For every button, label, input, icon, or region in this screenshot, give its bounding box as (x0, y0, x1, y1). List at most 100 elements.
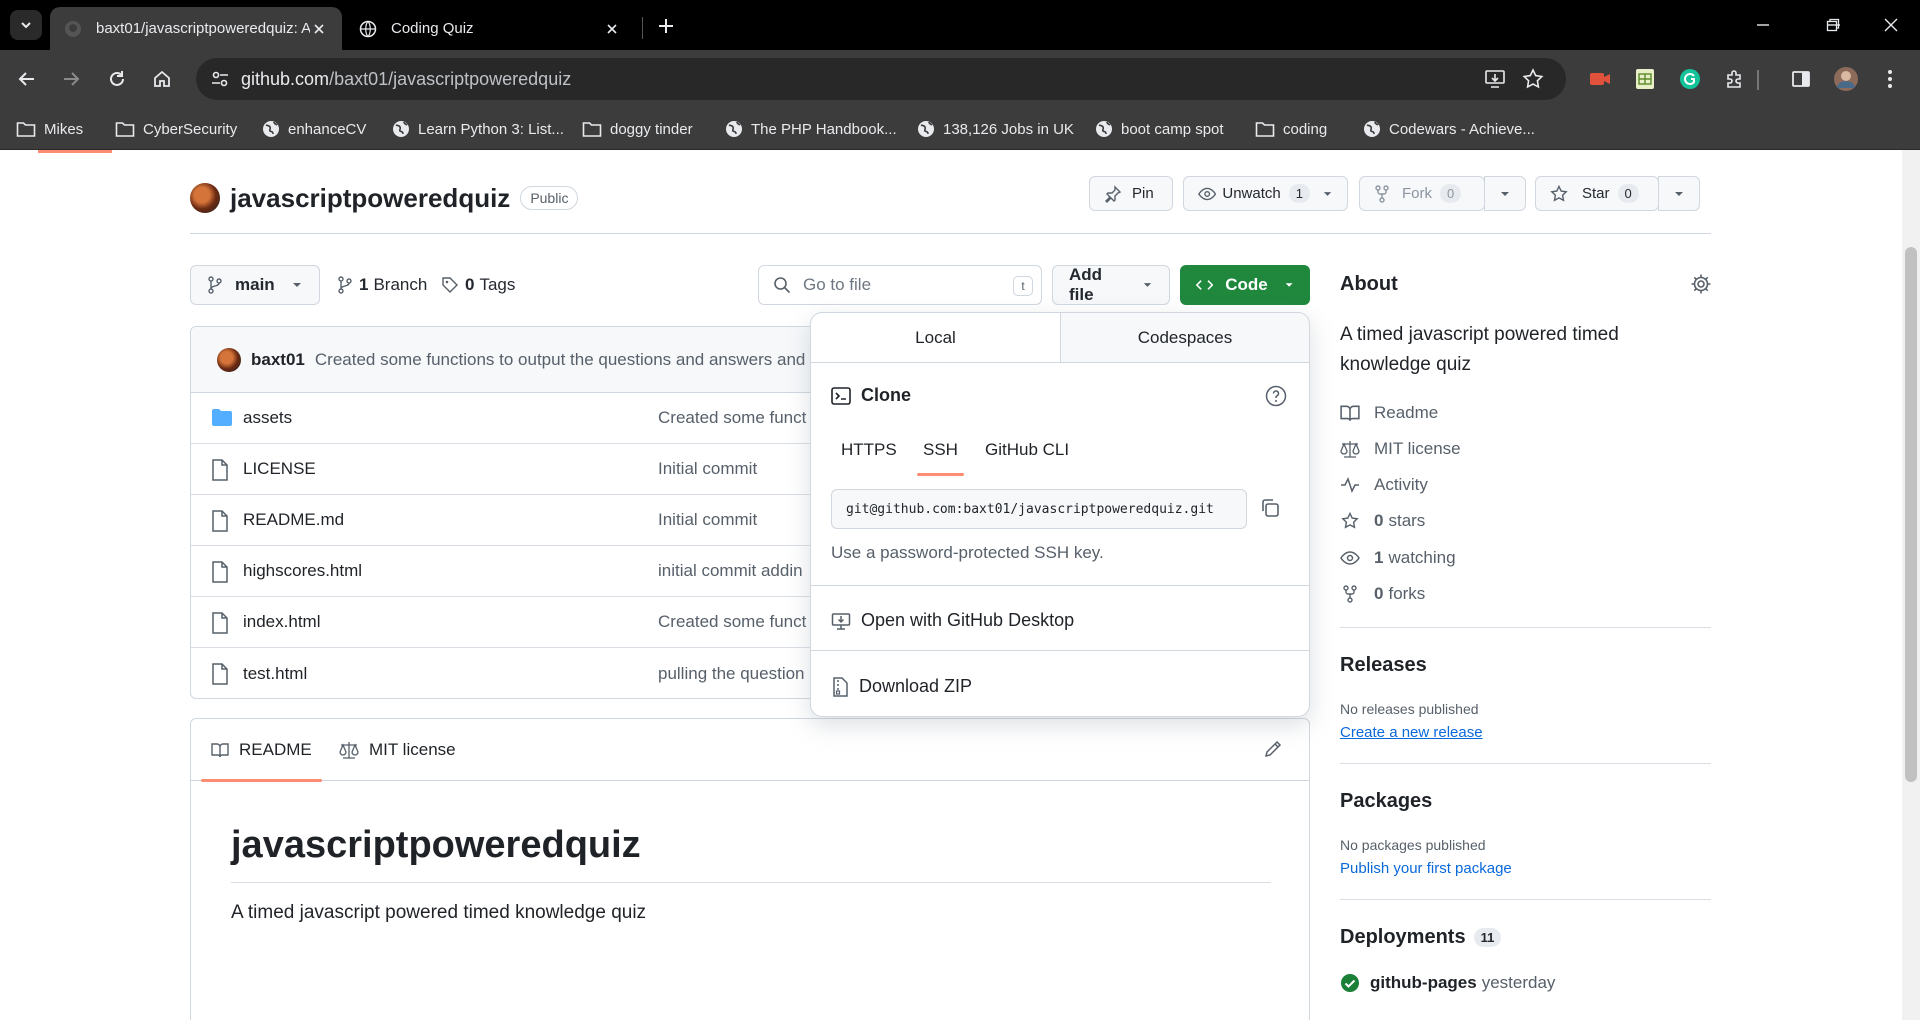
side-panel-icon[interactable] (1786, 64, 1816, 94)
install-app-icon[interactable] (1484, 68, 1506, 90)
extensions-puzzle-icon[interactable] (1720, 64, 1750, 94)
clone-url-input[interactable]: git@github.com:baxt01/javascriptpoweredq… (831, 489, 1247, 529)
profile-avatar[interactable] (1831, 64, 1861, 94)
star-dropdown-button[interactable] (1658, 176, 1700, 211)
extension-video-icon[interactable] (1585, 64, 1615, 94)
forward-button[interactable] (56, 64, 86, 94)
bookmark-item[interactable]: enhanceCV (262, 108, 366, 150)
close-window-button[interactable] (1868, 10, 1914, 40)
branch-selector[interactable]: main (190, 265, 320, 305)
readme-link-label: Readme (1374, 403, 1439, 422)
download-zip-item[interactable]: Download ZIP (831, 676, 972, 697)
fork-button[interactable]: Fork 0 (1359, 176, 1485, 211)
commit-author-avatar[interactable] (217, 347, 241, 372)
file-name[interactable]: LICENSE (243, 459, 316, 479)
arrow-left-icon (18, 72, 34, 86)
grammarly-icon[interactable] (1675, 64, 1705, 94)
copy-icon[interactable] (1259, 497, 1281, 519)
address-bar[interactable]: github.com/baxt01/javascriptpoweredquiz (196, 58, 1566, 100)
scrollbar-thumb[interactable] (1905, 247, 1917, 782)
file-commit-message[interactable]: initial commit addin (658, 561, 803, 581)
file-commit-message[interactable]: pulling the question (658, 664, 805, 684)
open-desktop-item[interactable]: Open with GitHub Desktop (831, 610, 1074, 631)
bookmark-item[interactable]: Mikes (16, 108, 83, 150)
browser-tab-active[interactable]: baxt01/javascriptpoweredquiz: A (50, 7, 342, 50)
reload-button[interactable] (102, 64, 132, 94)
publish-package-link[interactable]: Publish your first package (1340, 860, 1512, 877)
code-button[interactable]: Code (1180, 265, 1310, 305)
protocol-github-cli[interactable]: GitHub CLI (985, 428, 1069, 472)
deployments-header[interactable]: Deployments 11 (1340, 926, 1502, 949)
file-commit-message[interactable]: Created some funct (658, 612, 806, 632)
page-scrollbar[interactable] (1902, 150, 1920, 1020)
file-name[interactable]: test.html (243, 664, 307, 684)
bookmark-star-icon[interactable] (1522, 68, 1544, 90)
deployment-item[interactable]: github-pages yesterday (1340, 971, 1555, 995)
file-name[interactable]: index.html (243, 612, 320, 632)
question-circle-icon[interactable] (1265, 385, 1287, 407)
stars-link[interactable]: 0 stars (1340, 509, 1425, 533)
bookmark-item[interactable]: Learn Python 3: List... (392, 108, 564, 150)
back-button[interactable] (12, 64, 42, 94)
tab-local[interactable]: Local (811, 313, 1060, 362)
file-commit-message[interactable]: Initial commit (658, 459, 757, 479)
close-tab-icon[interactable] (603, 20, 621, 38)
owner-avatar[interactable] (190, 183, 220, 213)
bookmark-item[interactable]: The PHP Handbook... (725, 108, 897, 150)
new-tab-button[interactable] (652, 12, 680, 40)
bookmark-item[interactable]: CyberSecurity (115, 108, 237, 150)
file-zip-icon (833, 676, 848, 697)
tab-readme[interactable]: README (201, 719, 322, 782)
commit-author[interactable]: baxt01 (251, 350, 305, 370)
star-button[interactable]: Star 0 (1535, 176, 1659, 211)
activity-link[interactable]: Activity (1340, 473, 1428, 497)
site-settings-icon[interactable] (210, 69, 230, 89)
pin-button[interactable]: Pin (1089, 176, 1173, 211)
bookmark-item[interactable]: coding (1255, 108, 1327, 150)
globe-icon (263, 121, 279, 137)
tab-search-button[interactable] (10, 10, 42, 40)
releases-title[interactable]: Releases (1340, 654, 1427, 677)
branch-label: Branch (373, 275, 428, 294)
tags-link[interactable]: 0 Tags (441, 265, 515, 305)
branches-link[interactable]: 1 Branch (337, 265, 427, 305)
minimize-window-button[interactable] (1740, 10, 1786, 40)
pin-label: Pin (1132, 185, 1154, 202)
packages-title[interactable]: Packages (1340, 790, 1432, 813)
unwatch-button[interactable]: Unwatch 1 (1183, 176, 1348, 211)
file-commit-message[interactable]: Created some funct (658, 408, 806, 428)
forks-link[interactable]: 0 forks (1340, 582, 1425, 606)
go-to-file-input[interactable]: Go to file t (758, 265, 1042, 305)
file-name[interactable]: README.md (243, 510, 344, 530)
tab-license[interactable]: MIT license (339, 719, 456, 781)
gear-icon[interactable] (1690, 273, 1712, 295)
browser-tab[interactable]: Coding Quiz (345, 7, 635, 50)
protocol-https[interactable]: HTTPS (841, 428, 897, 472)
bookmark-item[interactable]: boot camp spot (1095, 108, 1224, 150)
restore-window-button[interactable] (1810, 10, 1856, 40)
file-name[interactable]: highscores.html (243, 561, 362, 581)
protocol-ssh[interactable]: SSH (917, 428, 964, 476)
extension-sheets-icon[interactable] (1630, 64, 1660, 94)
close-tab-icon[interactable] (310, 20, 328, 38)
bookmark-item[interactable]: doggy tinder (582, 108, 693, 150)
eye-icon (1340, 551, 1360, 565)
fork-dropdown-button[interactable] (1484, 176, 1526, 211)
file-commit-message[interactable]: Initial commit (658, 510, 757, 530)
home-button[interactable] (147, 64, 177, 94)
browser-menu-icon[interactable] (1875, 64, 1905, 94)
file-name[interactable]: assets (243, 408, 292, 428)
commit-message[interactable]: Created some functions to output the que… (315, 350, 805, 370)
repo-title[interactable]: javascriptpoweredquiz (230, 183, 510, 214)
url-text: github.com/baxt01/javascriptpoweredquiz (241, 69, 571, 90)
bookmark-item[interactable]: Codewars - Achieve... (1363, 108, 1535, 150)
add-file-button[interactable]: Add file (1052, 265, 1170, 305)
code-icon (1196, 280, 1214, 290)
license-link[interactable]: MIT license (1340, 437, 1461, 461)
bookmark-item[interactable]: 138,126 Jobs in UK (917, 108, 1074, 150)
tab-codespaces[interactable]: Codespaces (1060, 313, 1309, 362)
readme-link[interactable]: Readme (1340, 401, 1438, 425)
pencil-icon[interactable] (1263, 739, 1283, 759)
create-release-link[interactable]: Create a new release (1340, 724, 1483, 741)
watching-link[interactable]: 1 watching (1340, 546, 1456, 570)
